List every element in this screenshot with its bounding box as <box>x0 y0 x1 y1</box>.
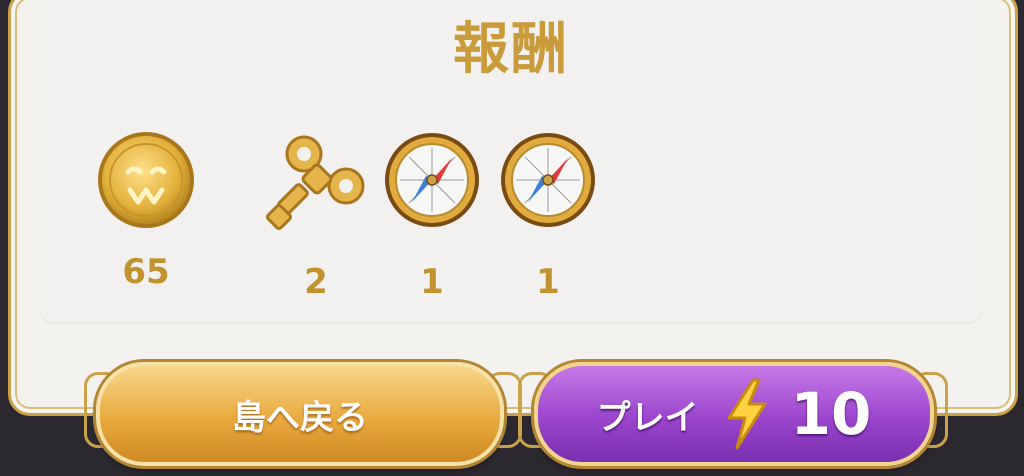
reward-item-key: 2 <box>266 128 366 318</box>
coin-icon <box>98 132 194 228</box>
back-to-island-label: 島へ戻る <box>232 397 368 438</box>
reward-panel: 報酬 65 2 1 1 <box>40 0 982 322</box>
compass-icon <box>385 133 479 227</box>
reward-count-coin: 65 <box>122 252 170 292</box>
reward-title: 報酬 <box>453 17 569 82</box>
compass-icon <box>501 133 595 227</box>
back-to-island-button[interactable]: 島へ戻る <box>96 362 504 466</box>
reward-count-compass-2: 1 <box>536 262 560 302</box>
reward-count-compass-1: 1 <box>420 262 444 302</box>
reward-count-key: 2 <box>304 262 328 302</box>
lightning-icon <box>727 378 767 450</box>
reward-item-compass-2: 1 <box>498 128 598 318</box>
play-button[interactable]: プレイ 10 <box>534 362 934 466</box>
play-label: プレイ <box>596 397 699 438</box>
play-cost: 10 <box>790 380 872 448</box>
reward-item-compass-1: 1 <box>382 128 482 318</box>
reward-item-coin: 65 <box>94 128 198 308</box>
windup-key-icon <box>266 135 365 230</box>
